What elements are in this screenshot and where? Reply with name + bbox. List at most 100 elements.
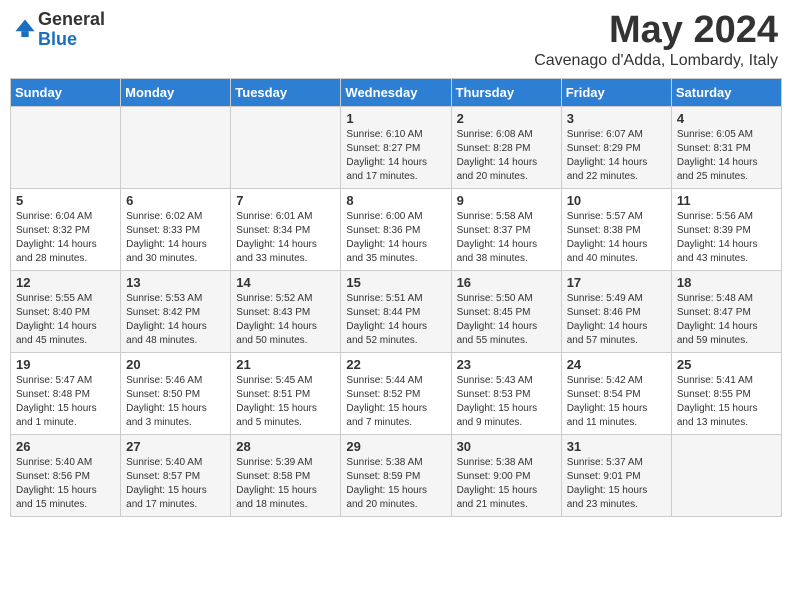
day-number: 27 xyxy=(126,439,225,454)
calendar-cell: 27Sunrise: 5:40 AM Sunset: 8:57 PM Dayli… xyxy=(121,434,231,516)
calendar-cell: 4 Sunrise: 6:05 AM Sunset: 8:31 PM Daylig… xyxy=(671,106,781,188)
day-info: Sunrise: 5:52 AM Sunset: 8:43 PM Dayligh… xyxy=(236,292,335,348)
calendar-cell: 19 Sunrise: 5:47 AM Sunset: 8:48 PM Dayli… xyxy=(11,352,121,434)
day-number: 15 xyxy=(346,275,445,290)
calendar-cell: 26 Sunrise: 5:40 AM Sunset: 8:56 PM Dayli… xyxy=(11,434,121,516)
day-number: 16 xyxy=(457,275,556,290)
day-info: Sunrise: 5:45 AM Sunset: 8:51 PM Dayligh… xyxy=(236,374,335,430)
day-number: 11 xyxy=(677,193,776,208)
calendar-week-row: 26 Sunrise: 5:40 AM Sunset: 8:56 PM Dayli… xyxy=(11,434,782,516)
calendar-cell: 1Sunrise: 6:10 AM Sunset: 8:27 PM Daylig… xyxy=(341,106,451,188)
location-subtitle: Cavenago d'Adda, Lombardy, Italy xyxy=(534,52,778,70)
weekday-header: Friday xyxy=(561,78,671,106)
day-info: Sunrise: 6:07 AM Sunset: 8:29 PM Dayligh… xyxy=(567,128,666,184)
calendar-week-row: 19 Sunrise: 5:47 AM Sunset: 8:48 PM Dayli… xyxy=(11,352,782,434)
day-info: Sunrise: 5:50 AM Sunset: 8:45 PM Dayligh… xyxy=(457,292,556,348)
day-info: Sunrise: 6:08 AM Sunset: 8:28 PM Dayligh… xyxy=(457,128,556,184)
calendar-cell: 24 Sunrise: 5:42 AM Sunset: 8:54 PM Dayli… xyxy=(561,352,671,434)
day-info: Sunrise: 5:41 AM Sunset: 8:55 PM Dayligh… xyxy=(677,374,776,430)
calendar-cell: 30 Sunrise: 5:38 AM Sunset: 9:00 PM Dayli… xyxy=(451,434,561,516)
day-number: 17 xyxy=(567,275,666,290)
day-number: 26 xyxy=(16,439,115,454)
calendar-cell: 23Sunrise: 5:43 AM Sunset: 8:53 PM Dayli… xyxy=(451,352,561,434)
calendar-week-row: 5 Sunrise: 6:04 AM Sunset: 8:32 PM Daylig… xyxy=(11,188,782,270)
calendar-cell: 10 Sunrise: 5:57 AM Sunset: 8:38 PM Dayli… xyxy=(561,188,671,270)
day-number: 31 xyxy=(567,439,666,454)
day-info: Sunrise: 6:05 AM Sunset: 8:31 PM Dayligh… xyxy=(677,128,776,184)
calendar-cell: 6 Sunrise: 6:02 AM Sunset: 8:33 PM Daylig… xyxy=(121,188,231,270)
calendar-cell: 17 Sunrise: 5:49 AM Sunset: 8:46 PM Dayli… xyxy=(561,270,671,352)
calendar-cell: 2 Sunrise: 6:08 AM Sunset: 8:28 PM Daylig… xyxy=(451,106,561,188)
day-info: Sunrise: 5:38 AM Sunset: 8:59 PM Dayligh… xyxy=(346,456,445,512)
day-info: Sunrise: 5:46 AM Sunset: 8:50 PM Dayligh… xyxy=(126,374,225,430)
day-info: Sunrise: 5:40 AM Sunset: 8:56 PM Dayligh… xyxy=(16,456,115,512)
day-number: 18 xyxy=(677,275,776,290)
calendar-cell: 5 Sunrise: 6:04 AM Sunset: 8:32 PM Daylig… xyxy=(11,188,121,270)
calendar-cell: 21Sunrise: 5:45 AM Sunset: 8:51 PM Dayli… xyxy=(231,352,341,434)
day-info: Sunrise: 5:55 AM Sunset: 8:40 PM Dayligh… xyxy=(16,292,115,348)
calendar-cell: 25 Sunrise: 5:41 AM Sunset: 8:55 PM Dayli… xyxy=(671,352,781,434)
day-number: 14 xyxy=(236,275,335,290)
calendar-cell: 22Sunrise: 5:44 AM Sunset: 8:52 PM Dayli… xyxy=(341,352,451,434)
weekday-header: Saturday xyxy=(671,78,781,106)
title-block: May 2024 Cavenago d'Adda, Lombardy, Ital… xyxy=(534,10,778,70)
weekday-header-row: SundayMondayTuesdayWednesdayThursdayFrid… xyxy=(11,78,782,106)
day-number: 12 xyxy=(16,275,115,290)
day-number: 9 xyxy=(457,193,556,208)
day-info: Sunrise: 5:48 AM Sunset: 8:47 PM Dayligh… xyxy=(677,292,776,348)
day-info: Sunrise: 5:49 AM Sunset: 8:46 PM Dayligh… xyxy=(567,292,666,348)
day-info: Sunrise: 6:02 AM Sunset: 8:33 PM Dayligh… xyxy=(126,210,225,266)
day-number: 29 xyxy=(346,439,445,454)
day-info: Sunrise: 6:04 AM Sunset: 8:32 PM Dayligh… xyxy=(16,210,115,266)
calendar-cell xyxy=(671,434,781,516)
day-number: 23 xyxy=(457,357,556,372)
day-info: Sunrise: 6:00 AM Sunset: 8:36 PM Dayligh… xyxy=(346,210,445,266)
month-title: May 2024 xyxy=(534,10,778,52)
calendar-cell: 18 Sunrise: 5:48 AM Sunset: 8:47 PM Dayli… xyxy=(671,270,781,352)
day-info: Sunrise: 5:38 AM Sunset: 9:00 PM Dayligh… xyxy=(457,456,556,512)
day-number: 7 xyxy=(236,193,335,208)
day-number: 19 xyxy=(16,357,115,372)
day-info: Sunrise: 5:53 AM Sunset: 8:42 PM Dayligh… xyxy=(126,292,225,348)
calendar-cell: 11Sunrise: 5:56 AM Sunset: 8:39 PM Dayli… xyxy=(671,188,781,270)
calendar-cell xyxy=(11,106,121,188)
calendar-cell: 28Sunrise: 5:39 AM Sunset: 8:58 PM Dayli… xyxy=(231,434,341,516)
calendar-cell: 7 Sunrise: 6:01 AM Sunset: 8:34 PM Daylig… xyxy=(231,188,341,270)
calendar-cell: 9 Sunrise: 5:58 AM Sunset: 8:37 PM Daylig… xyxy=(451,188,561,270)
calendar-cell xyxy=(231,106,341,188)
day-number: 10 xyxy=(567,193,666,208)
logo-blue-text: Blue xyxy=(38,29,77,49)
day-number: 1 xyxy=(346,111,445,126)
day-number: 8 xyxy=(346,193,445,208)
day-number: 13 xyxy=(126,275,225,290)
day-info: Sunrise: 6:01 AM Sunset: 8:34 PM Dayligh… xyxy=(236,210,335,266)
day-number: 30 xyxy=(457,439,556,454)
day-number: 25 xyxy=(677,357,776,372)
day-number: 2 xyxy=(457,111,556,126)
logo-icon xyxy=(14,18,36,40)
calendar-cell: 13 Sunrise: 5:53 AM Sunset: 8:42 PM Dayli… xyxy=(121,270,231,352)
day-info: Sunrise: 5:57 AM Sunset: 8:38 PM Dayligh… xyxy=(567,210,666,266)
calendar-cell: 20Sunrise: 5:46 AM Sunset: 8:50 PM Dayli… xyxy=(121,352,231,434)
day-number: 5 xyxy=(16,193,115,208)
day-number: 22 xyxy=(346,357,445,372)
calendar-cell: 14 Sunrise: 5:52 AM Sunset: 8:43 PM Dayli… xyxy=(231,270,341,352)
day-info: Sunrise: 5:58 AM Sunset: 8:37 PM Dayligh… xyxy=(457,210,556,266)
calendar-cell: 16 Sunrise: 5:50 AM Sunset: 8:45 PM Dayli… xyxy=(451,270,561,352)
logo: General Blue xyxy=(14,10,105,50)
calendar-week-row: 1Sunrise: 6:10 AM Sunset: 8:27 PM Daylig… xyxy=(11,106,782,188)
weekday-header: Sunday xyxy=(11,78,121,106)
day-number: 4 xyxy=(677,111,776,126)
day-info: Sunrise: 5:51 AM Sunset: 8:44 PM Dayligh… xyxy=(346,292,445,348)
calendar-cell: 3 Sunrise: 6:07 AM Sunset: 8:29 PM Daylig… xyxy=(561,106,671,188)
calendar-cell: 29 Sunrise: 5:38 AM Sunset: 8:59 PM Dayli… xyxy=(341,434,451,516)
day-info: Sunrise: 5:47 AM Sunset: 8:48 PM Dayligh… xyxy=(16,374,115,430)
day-number: 28 xyxy=(236,439,335,454)
weekday-header: Thursday xyxy=(451,78,561,106)
day-number: 3 xyxy=(567,111,666,126)
page-header: General Blue May 2024 Cavenago d'Adda, L… xyxy=(10,10,782,70)
day-number: 6 xyxy=(126,193,225,208)
calendar-cell: 12 Sunrise: 5:55 AM Sunset: 8:40 PM Dayli… xyxy=(11,270,121,352)
day-info: Sunrise: 5:42 AM Sunset: 8:54 PM Dayligh… xyxy=(567,374,666,430)
day-number: 24 xyxy=(567,357,666,372)
